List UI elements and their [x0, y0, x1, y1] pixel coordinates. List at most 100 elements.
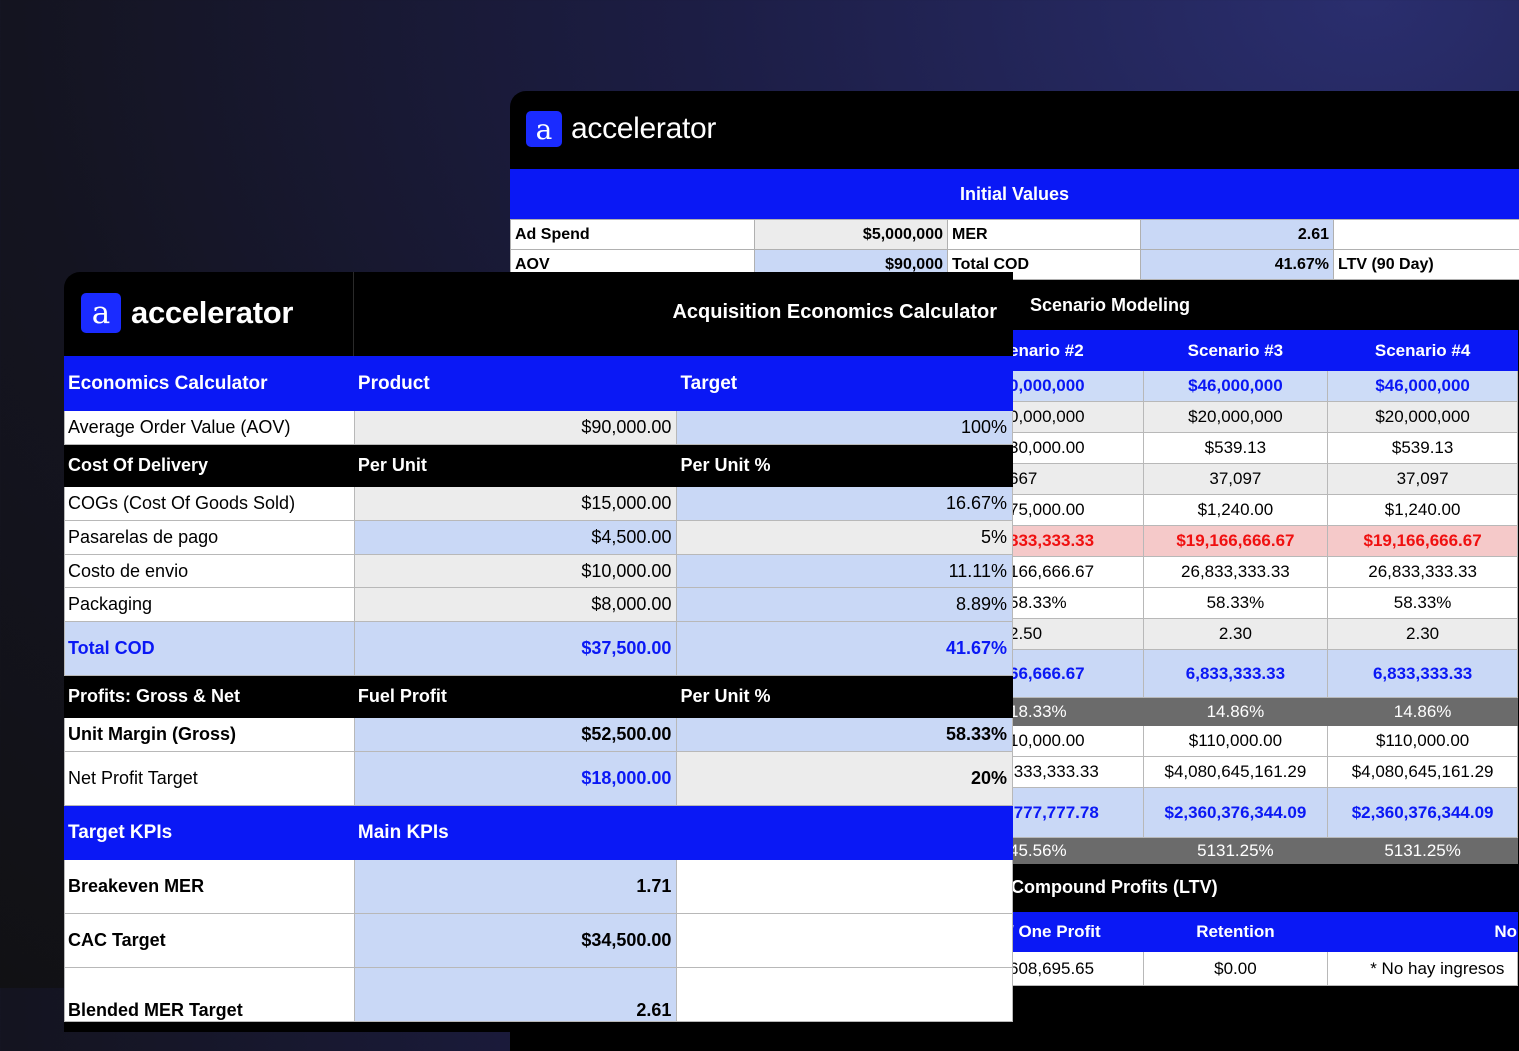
scenario-cell[interactable]: $110,000.00: [1143, 726, 1328, 757]
scenario-cell[interactable]: 10,000.00: [1008, 726, 1143, 757]
scenario-cell[interactable]: 30,000.00: [1008, 433, 1143, 464]
scenario-cell[interactable]: 6,833,333.33: [1328, 650, 1518, 698]
scenario-cell[interactable]: 37,097: [1328, 464, 1518, 495]
unit-margin-label[interactable]: Unit Margin (Gross): [65, 718, 355, 752]
aov-value[interactable]: $90,000.00: [354, 411, 677, 445]
scenario-cell[interactable]: 14.86%: [1328, 698, 1518, 726]
scenario-cell[interactable]: 58.33%: [1328, 588, 1518, 619]
cac-target-label[interactable]: CAC Target: [65, 914, 355, 968]
header-fuel-profit[interactable]: Fuel Profit: [354, 676, 677, 718]
header-profits[interactable]: Profits: Gross & Net: [65, 676, 355, 718]
scenario-cell[interactable]: 2.30: [1328, 619, 1518, 650]
scenario-cell[interactable]: $1,240.00: [1143, 495, 1328, 526]
unit-margin-pct[interactable]: 58.33%: [677, 718, 1013, 752]
scenario-cell[interactable]: 26,833,333.33: [1328, 557, 1518, 588]
cell-ad-spend-value[interactable]: $5,000,000: [755, 220, 948, 250]
scenario-cell[interactable]: $1,240.00: [1328, 495, 1518, 526]
ltv-cell[interactable]: 608,695.65: [1008, 952, 1143, 986]
pasarelas-label[interactable]: Pasarelas de pago: [65, 521, 355, 555]
header-per-unit[interactable]: Per Unit: [354, 445, 677, 487]
empty-cell[interactable]: [677, 968, 1013, 1022]
cell-ad-spend-label[interactable]: Ad Spend: [511, 220, 755, 250]
scenario-cell[interactable]: ,777,777.78: [1008, 788, 1143, 838]
ltv-header-cell[interactable]: No: [1328, 912, 1518, 952]
scenario-cell[interactable]: 2.50: [1008, 619, 1143, 650]
cogs-pct[interactable]: 16.67%: [677, 487, 1013, 521]
scenario-cell[interactable]: 6,833,333.33: [1143, 650, 1328, 698]
cell-mer-label[interactable]: MER: [948, 220, 1141, 250]
scenario-cell[interactable]: $20,000,000: [1328, 402, 1518, 433]
breakeven-mer-label[interactable]: Breakeven MER: [65, 860, 355, 914]
header-per-unit-pct-2[interactable]: Per Unit %: [677, 676, 1013, 718]
breakeven-mer-value[interactable]: 1.71: [354, 860, 677, 914]
scenario-cell[interactable]: $46,000,000: [1143, 371, 1328, 402]
scenario-cell[interactable]: 5131.25%: [1143, 838, 1328, 864]
empty-cell[interactable]: [677, 914, 1013, 968]
scenario-cell[interactable]: $19,166,666.67: [1328, 526, 1518, 557]
scenario-cell[interactable]: $19,166,666.67: [1143, 526, 1328, 557]
empty-cell[interactable]: [677, 860, 1013, 914]
header-scenario-2[interactable]: enario #2: [1008, 331, 1143, 371]
header-scenario-3[interactable]: Scenario #3: [1143, 331, 1328, 371]
net-profit-value[interactable]: $18,000.00: [354, 752, 677, 806]
scenario-cell[interactable]: 66,666.67: [1008, 650, 1143, 698]
envio-pct[interactable]: 11.11%: [677, 555, 1013, 588]
scenario-cell[interactable]: 45.56%: [1008, 838, 1143, 864]
scenario-cell[interactable]: 14.86%: [1143, 698, 1328, 726]
scenario-cell[interactable]: 58.33%: [1143, 588, 1328, 619]
scenario-cell[interactable]: 0,000,000: [1008, 371, 1143, 402]
scenario-cell[interactable]: 58.33%: [1008, 588, 1143, 619]
header-cost-of-delivery[interactable]: Cost Of Delivery: [65, 445, 355, 487]
pasarelas-value[interactable]: $4,500.00: [354, 521, 677, 555]
scenario-cell[interactable]: 2.30: [1143, 619, 1328, 650]
cell-empty[interactable]: [1334, 220, 1519, 250]
scenario-cell[interactable]: $4,080,645,161.29: [1143, 757, 1328, 788]
header-target-kpis[interactable]: Target KPIs: [65, 806, 355, 860]
packaging-label[interactable]: Packaging: [65, 588, 355, 622]
cogs-label[interactable]: COGs (Cost Of Goods Sold): [65, 487, 355, 521]
scenario-cell[interactable]: $110,000.00: [1328, 726, 1518, 757]
envio-value[interactable]: $10,000.00: [354, 555, 677, 588]
scenario-cell[interactable]: ,333,333.33: [1008, 757, 1143, 788]
scenario-cell[interactable]: $2,360,376,344.09: [1328, 788, 1518, 838]
ltv-cell[interactable]: * No hay ingresos: [1328, 952, 1518, 986]
scenario-cell[interactable]: 166,666.67: [1008, 557, 1143, 588]
scenario-cell[interactable]: $2,360,376,344.09: [1143, 788, 1328, 838]
header-scenario-4[interactable]: Scenario #4: [1328, 331, 1518, 371]
scenario-cell[interactable]: 5131.25%: [1328, 838, 1518, 864]
total-cod-pct[interactable]: 41.67%: [677, 622, 1013, 676]
header-per-unit-pct[interactable]: Per Unit %: [677, 445, 1013, 487]
unit-margin-value[interactable]: $52,500.00: [354, 718, 677, 752]
scenario-cell[interactable]: $4,080,645,161.29: [1328, 757, 1518, 788]
scenario-cell[interactable]: $20,000,000: [1143, 402, 1328, 433]
cell-mer-value[interactable]: 2.61: [1141, 220, 1334, 250]
scenario-cell[interactable]: $539.13: [1143, 433, 1328, 464]
header-product[interactable]: Product: [354, 357, 677, 411]
header-target[interactable]: Target: [677, 357, 1013, 411]
pasarelas-pct[interactable]: 5%: [677, 521, 1013, 555]
total-cod-value[interactable]: $37,500.00: [354, 622, 677, 676]
scenario-cell[interactable]: 667: [1008, 464, 1143, 495]
header-economics-calculator[interactable]: Economics Calculator: [65, 357, 355, 411]
total-cod-label[interactable]: Total COD: [65, 622, 355, 676]
scenario-cell[interactable]: 833,333.33: [1008, 526, 1143, 557]
scenario-cell[interactable]: 18.33%: [1008, 698, 1143, 726]
ltv-header-cell[interactable]: / One Profit: [1008, 912, 1143, 952]
scenario-cell[interactable]: 26,833,333.33: [1143, 557, 1328, 588]
scenario-cell[interactable]: 37,097: [1143, 464, 1328, 495]
scenario-cell[interactable]: $46,000,000: [1328, 371, 1518, 402]
envio-label[interactable]: Costo de envio: [65, 555, 355, 588]
packaging-value[interactable]: $8,000.00: [354, 588, 677, 622]
cogs-value[interactable]: $15,000.00: [354, 487, 677, 521]
packaging-pct[interactable]: 8.89%: [677, 588, 1013, 622]
aov-label[interactable]: Average Order Value (AOV): [65, 411, 355, 445]
cac-target-value[interactable]: $34,500.00: [354, 914, 677, 968]
header-empty[interactable]: [677, 806, 1013, 860]
blended-mer-label[interactable]: Blended MER Target: [65, 968, 355, 1022]
cell-total-cod-value[interactable]: 41.67%: [1141, 250, 1334, 280]
net-profit-label[interactable]: Net Profit Target: [65, 752, 355, 806]
header-main-kpis[interactable]: Main KPIs: [354, 806, 677, 860]
scenario-cell[interactable]: $539.13: [1328, 433, 1518, 464]
blended-mer-value[interactable]: 2.61: [354, 968, 677, 1022]
net-profit-pct[interactable]: 20%: [677, 752, 1013, 806]
